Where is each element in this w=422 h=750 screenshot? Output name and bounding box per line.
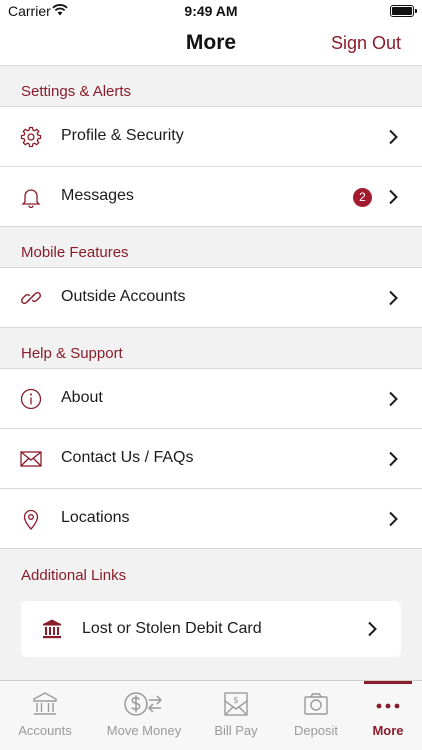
bank-icon xyxy=(43,619,61,639)
section-title: Additional Links xyxy=(21,567,127,584)
navigation-bar: More Sign Out xyxy=(0,22,422,66)
tab-label: More xyxy=(372,723,404,738)
tab-label: Accounts xyxy=(18,723,72,738)
bank-icon xyxy=(33,692,57,715)
row-locations[interactable]: Locations xyxy=(0,489,422,549)
chevron-right-icon xyxy=(389,129,398,145)
tab-label: Bill Pay xyxy=(214,723,258,738)
tab-label: Move Money xyxy=(106,723,182,738)
row-label: About xyxy=(61,389,103,406)
tab-bar: Accounts Move Money $ Bill Pay Deposit M… xyxy=(0,680,422,750)
section-title: Settings & Alerts xyxy=(21,83,132,100)
section-header-links: Additional Links xyxy=(0,550,422,590)
chevron-right-icon xyxy=(389,451,398,467)
section-title: Mobile Features xyxy=(21,244,129,261)
tab-accounts[interactable]: Accounts xyxy=(3,681,87,750)
row-lost-stolen-card[interactable]: Lost or Stolen Debit Card xyxy=(21,601,401,657)
row-messages[interactable]: Messages 2 xyxy=(0,167,422,227)
row-outside-accounts[interactable]: Outside Accounts xyxy=(0,268,422,328)
section-title: Help & Support xyxy=(21,345,123,362)
row-about[interactable]: About xyxy=(0,369,422,429)
row-label: Lost or Stolen Debit Card xyxy=(82,620,262,637)
status-time: 9:49 AM xyxy=(184,3,238,19)
status-bar: Carrier 9:49 AM xyxy=(0,0,422,22)
row-label: Contact Us / FAQs xyxy=(61,449,194,466)
section-header-mobile: Mobile Features xyxy=(0,228,422,268)
location-pin-icon xyxy=(23,509,39,530)
info-icon xyxy=(20,388,42,410)
camera-icon xyxy=(304,693,328,715)
svg-text:$: $ xyxy=(233,696,239,706)
transfer-money-icon xyxy=(124,692,163,716)
row-profile-security[interactable]: Profile & Security xyxy=(0,107,422,167)
chevron-right-icon xyxy=(368,621,377,637)
row-contact-faqs[interactable]: Contact Us / FAQs xyxy=(0,429,422,489)
gear-icon xyxy=(20,126,42,148)
more-screen: Carrier 9:49 AM More Sign Out Settings &… xyxy=(0,0,422,750)
tab-move-money[interactable]: Move Money xyxy=(102,681,186,750)
chevron-right-icon xyxy=(389,511,398,527)
sign-out-button[interactable]: Sign Out xyxy=(331,33,401,54)
section-header-help: Help & Support xyxy=(0,329,422,369)
tab-bill-pay[interactable]: $ Bill Pay xyxy=(194,681,278,750)
chevron-right-icon xyxy=(389,189,398,205)
envelope-icon xyxy=(20,451,42,467)
link-icon xyxy=(20,291,42,305)
row-label: Messages xyxy=(61,187,134,204)
tab-more[interactable]: More xyxy=(346,681,422,750)
section-header-settings: Settings & Alerts xyxy=(0,67,422,107)
more-dots-icon xyxy=(376,703,400,709)
bill-icon: $ xyxy=(224,692,248,716)
battery-icon xyxy=(390,5,417,17)
unread-count-badge: 2 xyxy=(353,188,372,207)
row-label: Outside Accounts xyxy=(61,288,186,305)
row-label: Locations xyxy=(61,509,130,526)
chevron-right-icon xyxy=(389,391,398,407)
bell-icon xyxy=(21,189,41,208)
row-label: Profile & Security xyxy=(61,127,184,144)
chevron-right-icon xyxy=(389,290,398,306)
